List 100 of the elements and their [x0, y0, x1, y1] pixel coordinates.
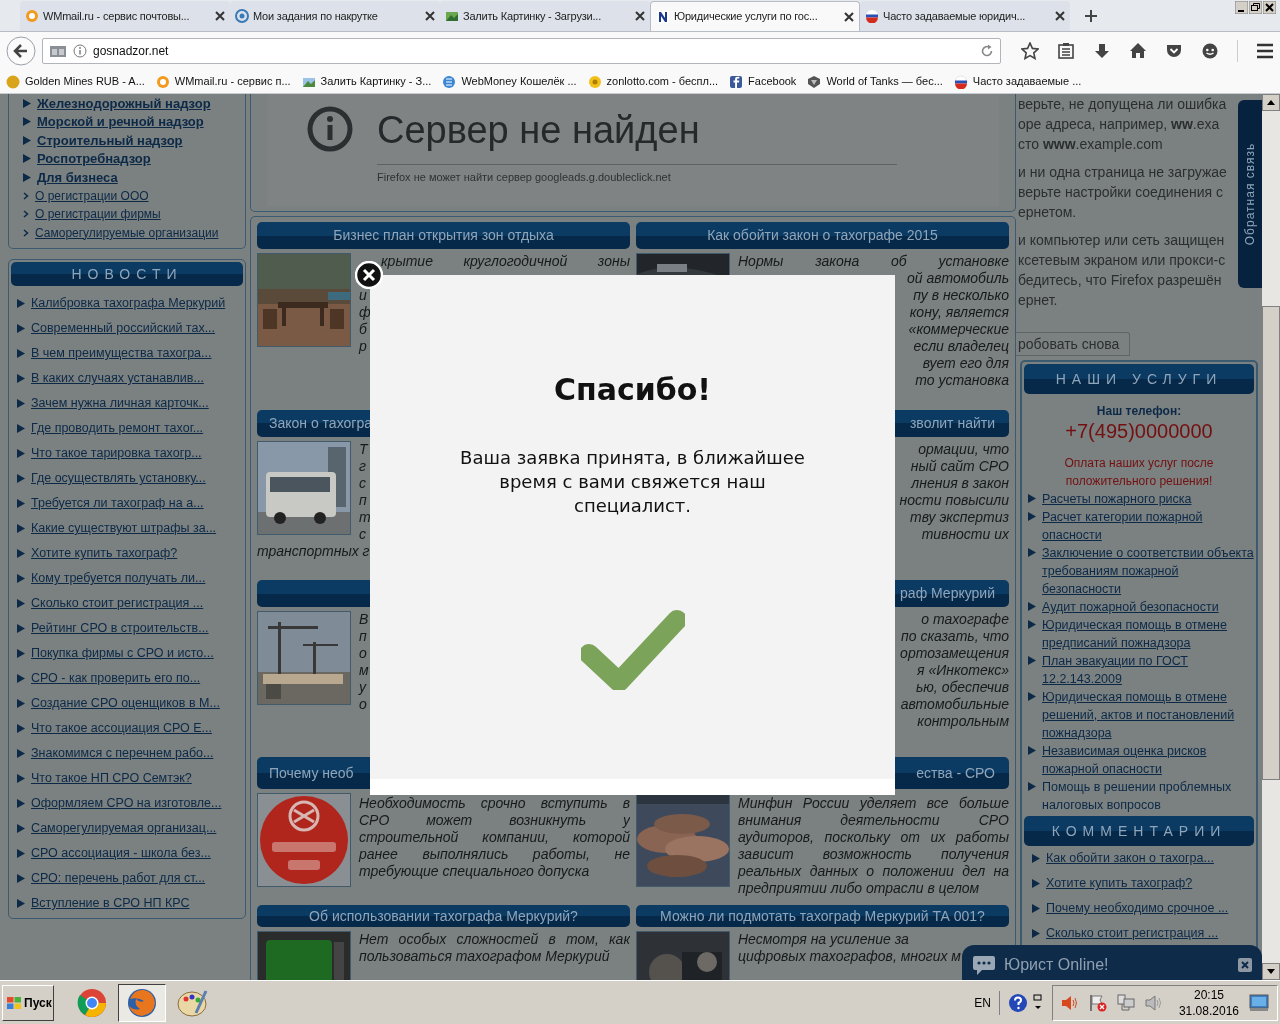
service-link[interactable]: Расчеты пожарного риска — [1042, 490, 1192, 508]
news-link[interactable]: Вступление в СРО НП КРС — [31, 894, 190, 913]
home-icon[interactable] — [1129, 42, 1147, 60]
bookmark-item[interactable]: WebMoney Кошелёк ... — [440, 73, 579, 90]
submenu-link[interactable]: О регистрации фирмы — [35, 205, 161, 224]
bookmark-item[interactable]: Facebook — [727, 73, 799, 90]
new-tab-icon[interactable] — [1084, 9, 1098, 23]
service-link[interactable]: Заключение о соответствии объекта требованиям пожарной безопасности — [1042, 544, 1254, 598]
desktop-icon[interactable] — [1249, 993, 1269, 1012]
news-link[interactable]: В каких случаях устанавлив... — [31, 369, 204, 388]
bookmark-item[interactable]: zonlotto.com - беспл... — [585, 73, 721, 90]
browser-tab[interactable]: Часто задаваемые юридич... — [860, 1, 1070, 31]
comment-link[interactable]: Почему необходимо срочное ... — [1046, 899, 1229, 918]
bookmark-item[interactable]: Golden Mines RUB - A... — [4, 73, 147, 90]
download-icon[interactable] — [1093, 42, 1111, 60]
service-link[interactable]: Юридическая помощь в отмене решений, актов и постановлений пожнадзора — [1042, 688, 1254, 742]
close-icon[interactable] — [844, 11, 854, 22]
start-button[interactable]: Пуск — [2, 984, 54, 1021]
news-link[interactable]: СРО: перечень работ для ст... — [31, 869, 206, 888]
browser-tab[interactable]: Мои задания по накрутке — [230, 1, 440, 31]
news-link[interactable]: Сколько стоит регистрация ... — [31, 594, 204, 613]
text-fragment: м — [359, 662, 369, 679]
service-link[interactable]: Независимая оценка рисков пожарной опасности — [1042, 742, 1254, 778]
comment-link[interactable]: Хотите купить тахограф? — [1046, 874, 1193, 893]
news-link[interactable]: Что такое тарировка тахогр... — [31, 444, 202, 463]
news-link[interactable]: Знакомимся с перечнем рабо... — [31, 744, 214, 763]
scrollbar[interactable] — [1262, 94, 1280, 980]
network-icon[interactable] — [1116, 993, 1135, 1012]
modal-message: Ваша заявка принята, в ближайшее время с вами свяжется наш специалист. — [459, 446, 806, 518]
reading-list-icon[interactable] — [1057, 42, 1075, 60]
article-heading[interactable]: Можно ли подмотать тахограф Меркурий ТА 001? — [636, 905, 1009, 927]
menu-link[interactable]: Роспотребнадзор — [37, 149, 151, 169]
minimize-icon[interactable] — [1235, 1, 1248, 14]
chat-widget[interactable]: Юрист Online! — [962, 945, 1262, 980]
bookmark-item[interactable]: Залить Картинку - З... — [299, 73, 434, 90]
service-link[interactable]: Юридическая помощь в отмене предписаний пожнадзора — [1042, 616, 1254, 652]
news-link[interactable]: Кому требуется получать ли... — [31, 569, 206, 588]
bookmark-item[interactable]: Часто задаваемые ... — [951, 73, 1084, 90]
news-link[interactable]: Оформляем СРО на изготовле... — [31, 794, 222, 813]
news-link[interactable]: Создание СРО оценщиков в М... — [31, 694, 220, 713]
retry-button[interactable]: робовать снова — [1016, 332, 1131, 356]
text-fragment: В — [359, 611, 369, 628]
submenu-link[interactable]: Саморегулируемые организации — [35, 223, 219, 242]
menu-link[interactable]: Для бизнеса — [37, 167, 118, 187]
bookmark-item[interactable]: World of Tanks — бес... — [805, 73, 945, 90]
scroll-thumb[interactable] — [1262, 306, 1280, 780]
comment-link[interactable]: Как обойти закон о тахогра... — [1046, 849, 1214, 868]
bookmark-star-icon[interactable] — [1021, 42, 1039, 60]
close-icon[interactable] — [425, 11, 435, 21]
browser-tab[interactable]: Юридические услуги по гос... — [650, 1, 860, 31]
service-link[interactable]: План эвакуации по ГОСТ 12.2.143.2009 — [1042, 652, 1254, 688]
flag-error-icon[interactable] — [1088, 993, 1107, 1012]
news-link[interactable]: СРО ассоциация - школа без... — [31, 844, 211, 863]
news-link[interactable]: Хотите купить тахограф? — [31, 544, 178, 563]
news-link[interactable]: Где проводить ремонт тахог... — [31, 419, 204, 438]
bookmark-item[interactable]: WMmail.ru - сервис п... — [153, 73, 293, 90]
news-link[interactable]: СРО - как проверить его по... — [31, 669, 201, 688]
restore-icon[interactable] — [1249, 1, 1262, 14]
news-link[interactable]: Зачем нужна личная карточк... — [31, 394, 209, 413]
taskbar-app[interactable] — [118, 983, 166, 1022]
news-link[interactable]: Рейтинг СРО в строительств... — [31, 619, 209, 638]
news-link[interactable]: Что такое НП СРО Семтэк? — [31, 769, 192, 788]
service-link[interactable]: Расчет категории пожарной опасности — [1042, 508, 1254, 544]
menu-icon[interactable] — [1256, 42, 1274, 60]
text-fragment: т — [359, 509, 371, 526]
news-link[interactable]: Какие существуют штрафы за... — [31, 519, 217, 538]
service-link[interactable]: Аудит пожарной безопасности — [1042, 598, 1219, 616]
reload-icon[interactable] — [980, 44, 994, 58]
article-heading[interactable]: Как обойти закон о тахографе 2015 — [636, 222, 1009, 249]
address-bar[interactable]: gosnadzor.net — [42, 38, 1001, 64]
language-indicator[interactable]: EN — [974, 993, 991, 1012]
scroll-down-icon[interactable] — [1262, 963, 1280, 980]
close-icon[interactable] — [215, 11, 225, 21]
browser-tab[interactable]: Залить Картинку - Загрузи... — [440, 1, 650, 31]
menu-link[interactable]: Морской и речной надзор — [37, 112, 204, 132]
news-link[interactable]: Калибровка тахографа Меркурий — [31, 294, 226, 313]
article-heading[interactable]: Бизнес план открытия зон отдыха — [257, 222, 630, 249]
browser-tab[interactable]: WMmail.ru - сервис почтовы... — [20, 1, 230, 31]
help-icon[interactable] — [1007, 992, 1028, 1013]
news-link[interactable]: Что такое ассоциация СРО Е... — [31, 719, 212, 738]
speaker-icon[interactable] — [1060, 994, 1079, 1011]
pocket-icon[interactable] — [1165, 42, 1183, 60]
close-icon[interactable] — [1055, 11, 1065, 21]
article-heading[interactable]: Об использовании тахографа Меркурий? — [257, 905, 630, 927]
submenu-link[interactable]: О регистрации ООО — [35, 186, 149, 205]
back-icon[interactable] — [6, 36, 36, 66]
feedback-tab[interactable]: Обратная связь — [1238, 100, 1262, 288]
news-link[interactable]: Саморегулируемая организац... — [31, 819, 217, 838]
scroll-up-icon[interactable] — [1262, 94, 1280, 111]
close-icon[interactable] — [1263, 1, 1276, 14]
news-link[interactable]: Требуется ли тахограф на а... — [31, 494, 204, 513]
chat-face-icon[interactable] — [1201, 42, 1219, 60]
news-link[interactable]: Современный российский тах... — [31, 319, 216, 338]
menu-link[interactable]: Железнодорожный надзор — [37, 94, 211, 113]
news-link[interactable]: Покупка фирмы с СРО и исто... — [31, 644, 214, 663]
comment-link[interactable]: Сколько стоит регистрация ... — [1046, 924, 1219, 943]
close-icon[interactable] — [635, 11, 645, 21]
menu-link[interactable]: Строительный надзор — [37, 130, 183, 150]
news-link[interactable]: Где осуществлять установку... — [31, 469, 206, 488]
news-link[interactable]: В чем преимущества тахогра... — [31, 344, 212, 363]
